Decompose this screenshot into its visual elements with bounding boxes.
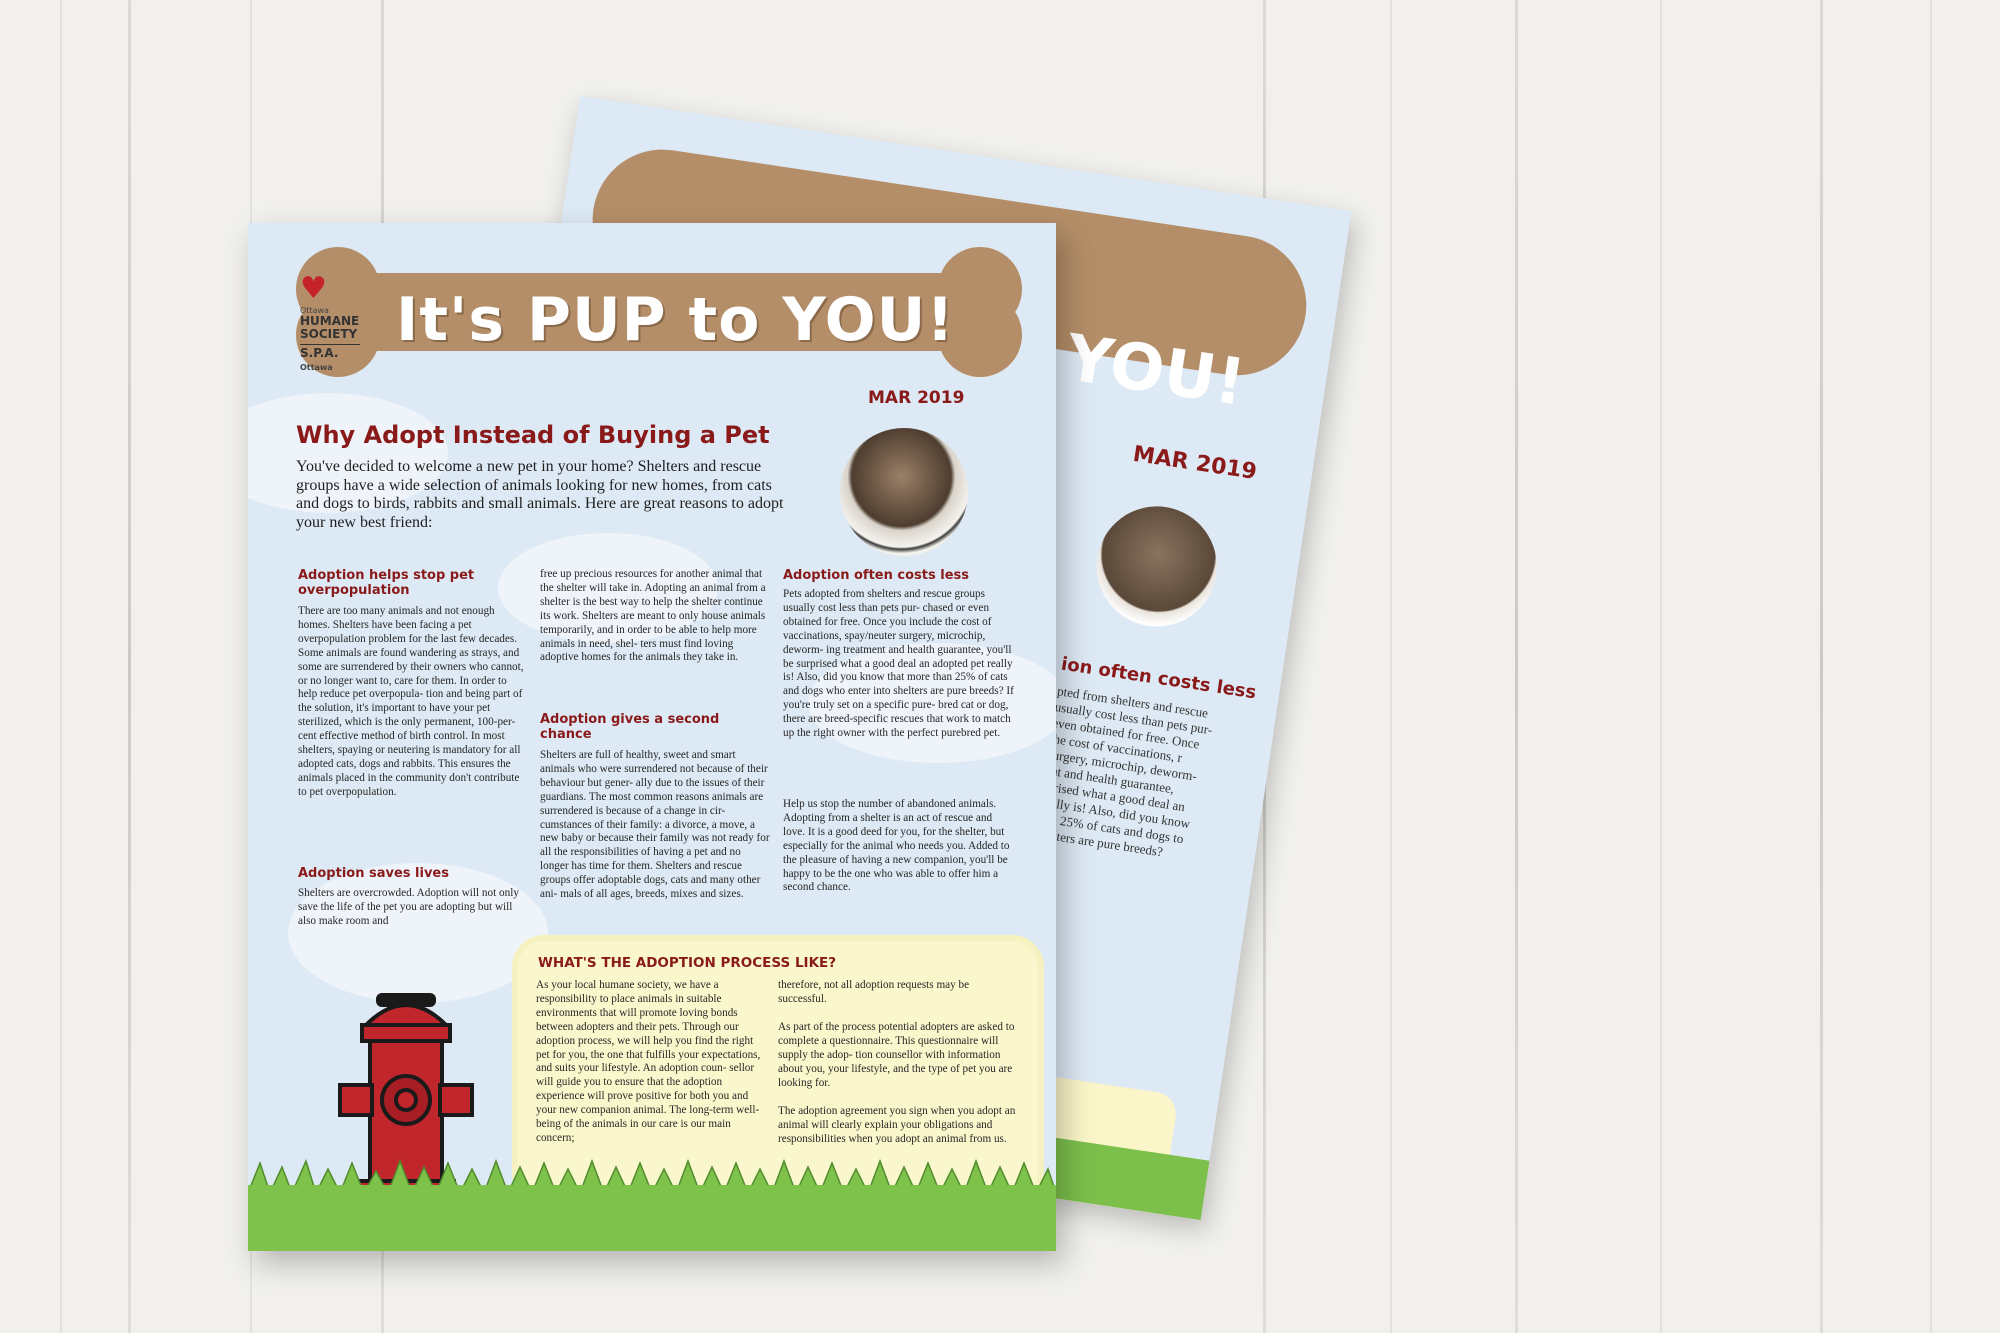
process-heading: WHAT'S THE ADOPTION PROCESS LIKE?	[538, 955, 837, 971]
cloud	[288, 863, 548, 1003]
wood-grain	[1390, 0, 1392, 1333]
section-text-saves-lives: Shelters are overcrowded. Adoption will …	[298, 887, 519, 927]
plank-seam	[1820, 0, 1823, 1333]
wood-grain	[60, 0, 62, 1333]
section-text-costs-less: Pets adopted from shelters and rescue gr…	[783, 588, 1014, 740]
section-text-costs-less-2: Help us stop the number of abandoned ani…	[783, 798, 1010, 894]
section-heading-costs-less: Adoption often costs less	[783, 568, 969, 583]
process-col-2-p1: therefore, not all adoption requests may…	[778, 979, 970, 1005]
logo-spa: S.P.A.	[300, 346, 339, 360]
back-date: MAR 2019	[1131, 441, 1259, 485]
humane-society-logo: ♥ Ottawa HUMANE SOCIETY S.P.A. Ottawa	[300, 271, 390, 374]
section-text-saves-lives-continued: free up precious resources for another a…	[540, 568, 766, 664]
page-title: It's PUP to YOU!	[396, 285, 955, 355]
back-section-text: pted from shelters and rescue usually co…	[1034, 683, 1214, 860]
section-text-second-chance: Shelters are full of healthy, sweet and …	[540, 749, 770, 901]
logo-line-2: SOCIETY	[300, 327, 358, 341]
cat-photo	[840, 428, 968, 556]
plank-seam	[1515, 0, 1518, 1333]
section-heading-overpopulation: Adoption helps stop pet overpopulation	[298, 568, 475, 598]
article-headline: Why Adopt Instead of Buying a Pet	[296, 421, 770, 449]
section-heading-second-chance: Adoption gives a second chance	[540, 712, 720, 742]
front-flyer: ♥ Ottawa HUMANE SOCIETY S.P.A. Ottawa It…	[248, 223, 1056, 1251]
logo-line-3: S.P.A. Ottawa	[300, 344, 360, 374]
wood-grain	[1660, 0, 1662, 1333]
section-heading-saves-lives: Adoption saves lives	[298, 866, 449, 881]
article-intro: You've decided to welcome a new pet in y…	[296, 458, 784, 531]
logo-ottawa: Ottawa	[300, 363, 333, 372]
cat-heart-dog-icon: ♥	[300, 271, 327, 306]
process-col-2-p2: As part of the process potential adopter…	[778, 1021, 1015, 1089]
issue-date: MAR 2019	[868, 388, 965, 408]
wood-grain	[1930, 0, 1932, 1333]
process-col-1: As your local humane society, we have a …	[536, 979, 761, 1144]
section-text-overpopulation: There are too many animals and not enoug…	[298, 605, 524, 798]
plank-seam	[128, 0, 131, 1333]
back-cat-photo	[1088, 498, 1226, 635]
grass-strip	[248, 1185, 1056, 1251]
process-col-2-p3: The adoption agreement you sign when you…	[778, 1105, 1016, 1145]
